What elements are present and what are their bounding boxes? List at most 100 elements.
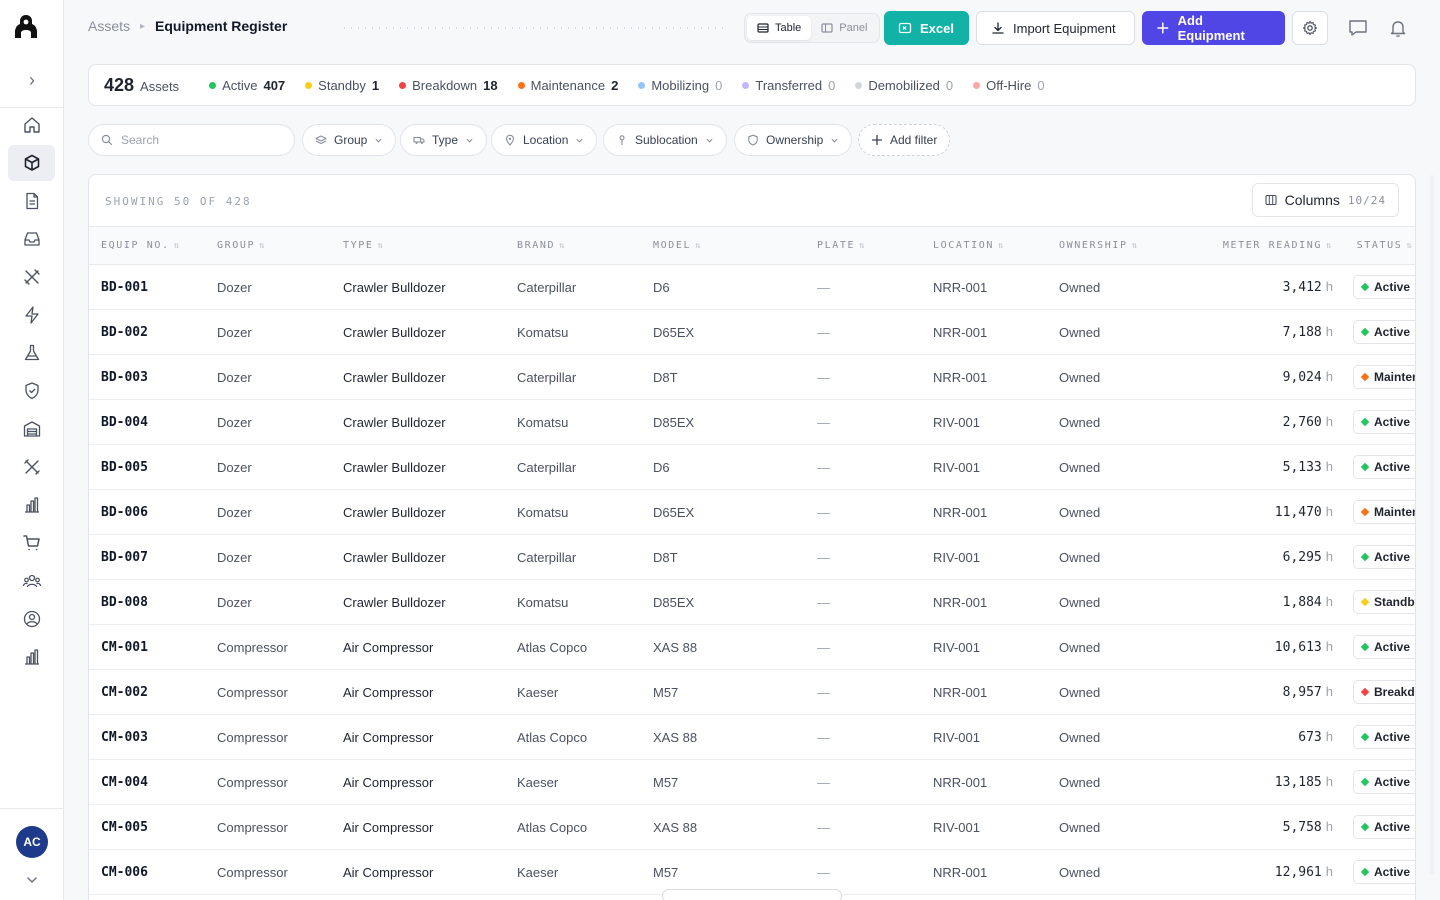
search-box[interactable] (88, 124, 295, 156)
column-header-type[interactable]: TYPE ⇅ (331, 227, 505, 265)
table-row[interactable]: CM-005 Compressor Air Compressor Atlas Copc… (89, 805, 1415, 850)
table-row[interactable]: CM-003 Compressor Air Compressor Atlas Copc… (89, 715, 1415, 760)
settings-button[interactable] (1292, 11, 1328, 45)
sidebar-item-user-circle[interactable] (8, 601, 55, 637)
filter-ownership[interactable]: Ownership (734, 124, 853, 156)
cell-equip-no[interactable]: BD-005 (89, 445, 205, 490)
cell-equip-no[interactable]: BD-008 (89, 580, 205, 625)
filter-location[interactable]: Location (491, 124, 598, 156)
status-badge[interactable]: Maintenance (1353, 365, 1415, 389)
status-filter-maintenance[interactable]: Maintenance 2 (517, 78, 618, 93)
sidebar-item-shield[interactable] (8, 373, 55, 409)
table-row[interactable]: BD-002 Dozer Crawler Bulldozer Komatsu D65EX… (89, 310, 1415, 355)
sidebar-item-flask[interactable] (8, 335, 55, 371)
cell-equip-no[interactable]: CM-001 (89, 625, 205, 670)
status-badge[interactable]: Active (1353, 635, 1415, 659)
sidebar-expand-chevron-icon[interactable]: › (18, 68, 46, 92)
table-row[interactable]: BD-008 Dozer Crawler Bulldozer Komatsu D85EX… (89, 580, 1415, 625)
sidebar-item-cube[interactable] (8, 145, 55, 181)
status-badge[interactable]: Maintenance (1353, 500, 1415, 524)
table-row[interactable]: CM-001 Compressor Air Compressor Atlas Copc… (89, 625, 1415, 670)
table-row[interactable]: BD-006 Dozer Crawler Bulldozer Komatsu D65EX… (89, 490, 1415, 535)
status-badge[interactable]: Active (1353, 815, 1415, 839)
status-filter-transferred[interactable]: Transferred 0 (742, 78, 835, 93)
sidebar-item-inbox[interactable] (8, 221, 55, 257)
cell-equip-no[interactable]: CM-004 (89, 760, 205, 805)
status-badge[interactable]: Standby (1353, 590, 1415, 614)
table-row[interactable]: BD-004 Dozer Crawler Bulldozer Komatsu D85EX… (89, 400, 1415, 445)
user-avatar[interactable]: AC (16, 826, 48, 858)
sidebar-item-wrench-screwdriver[interactable] (8, 449, 55, 485)
table-row[interactable]: CM-006 Compressor Air Compressor Kaeser M57 —… (89, 850, 1415, 895)
chat-icon[interactable] (1347, 17, 1369, 39)
filter-group[interactable]: Group (302, 124, 397, 156)
table-row[interactable]: BD-003 Dozer Crawler Bulldozer Caterpillar D… (89, 355, 1415, 400)
columns-button[interactable]: Columns 10/24 (1251, 183, 1399, 217)
status-filter-offhire[interactable]: Off-Hire 0 (973, 78, 1045, 93)
chevron-down-icon[interactable] (22, 870, 42, 890)
table-row[interactable]: BD-007 Dozer Crawler Bulldozer Caterpillar D… (89, 535, 1415, 580)
sidebar-item-team[interactable] (8, 563, 55, 599)
sidebar-item-document[interactable] (8, 183, 55, 219)
cell-equip-no[interactable]: BD-002 (89, 310, 205, 355)
add-equipment-button[interactable]: Add Equipment (1142, 11, 1285, 45)
table-row[interactable]: BD-001 Dozer Crawler Bulldozer Caterpillar D… (89, 265, 1415, 310)
cell-equip-no[interactable]: BD-006 (89, 490, 205, 535)
cell-equip-no[interactable]: BD-007 (89, 535, 205, 580)
horizontal-scroll-handle[interactable] (662, 889, 842, 900)
status-badge[interactable]: Active (1353, 545, 1415, 569)
status-badge[interactable]: Active (1353, 320, 1415, 344)
sidebar-item-warehouse[interactable] (8, 411, 55, 447)
column-header-model[interactable]: MODEL ⇅ (641, 227, 805, 265)
status-filter-standby[interactable]: Standby 1 (305, 78, 379, 93)
status-badge[interactable]: Active (1353, 770, 1415, 794)
cell-equip-no[interactable]: BD-004 (89, 400, 205, 445)
status-filter-breakdown[interactable]: Breakdown 18 (399, 78, 498, 93)
cell-equip-no[interactable]: CM-006 (89, 850, 205, 895)
table-row[interactable]: CM-004 Compressor Air Compressor Kaeser M57 —… (89, 760, 1415, 805)
cell-equip-no[interactable]: BD-003 (89, 355, 205, 400)
cell-equip-no[interactable]: CM-002 (89, 670, 205, 715)
status-filter-active[interactable]: Active 407 (209, 78, 285, 93)
page-scrollbar[interactable] (1430, 175, 1434, 875)
sidebar-item-home[interactable] (8, 107, 55, 143)
cell-equip-no[interactable]: CM-005 (89, 805, 205, 850)
sidebar-item-bar-chart[interactable] (8, 487, 55, 523)
status-badge[interactable]: Active (1353, 410, 1415, 434)
view-panel-button[interactable]: Panel (811, 16, 877, 40)
add-filter-button[interactable]: Add filter (858, 124, 951, 156)
status-filter-demobilized[interactable]: Demobilized 0 (855, 78, 953, 93)
column-header-brand[interactable]: BRAND ⇅ (505, 227, 641, 265)
filter-sublocation[interactable]: Sublocation (603, 124, 727, 156)
app-logo-icon[interactable] (12, 12, 40, 42)
view-table-button[interactable]: Table (747, 16, 812, 40)
status-filter-mobilizing[interactable]: Mobilizing 0 (638, 78, 722, 93)
sidebar-item-reports[interactable] (8, 639, 55, 675)
status-badge[interactable]: Active (1353, 860, 1415, 884)
sidebar-item-cart[interactable] (8, 525, 55, 561)
column-header-meter-reading[interactable]: METER READING ⇅ (1163, 227, 1353, 265)
search-input[interactable] (121, 133, 281, 147)
sidebar-item-bolt[interactable] (8, 297, 55, 333)
breadcrumb-assets[interactable]: Assets (88, 18, 130, 34)
bell-icon[interactable] (1387, 17, 1409, 39)
column-header-plate[interactable]: PLATE ⇅ (805, 227, 921, 265)
cell-equip-no[interactable]: CM-003 (89, 715, 205, 760)
table-row[interactable]: BD-005 Dozer Crawler Bulldozer Caterpillar D… (89, 445, 1415, 490)
sidebar-item-tools[interactable] (8, 259, 55, 295)
table-row[interactable]: CM-002 Compressor Air Compressor Kaeser M57 —… (89, 670, 1415, 715)
column-header-status[interactable]: STATUS ⇅ (1353, 227, 1415, 265)
status-badge[interactable]: Breakdown (1353, 680, 1415, 704)
filter-type[interactable]: Type (400, 124, 488, 156)
bolt-icon (24, 306, 39, 324)
column-header-equip-no[interactable]: EQUIP NO. ⇅ (89, 227, 205, 265)
cell-equip-no[interactable]: BD-001 (89, 265, 205, 310)
column-header-ownership[interactable]: OWNERSHIP ⇅ (1047, 227, 1163, 265)
column-header-group[interactable]: GROUP ⇅ (205, 227, 331, 265)
status-badge[interactable]: Active (1353, 725, 1415, 749)
status-badge[interactable]: Active (1353, 455, 1415, 479)
export-excel-button[interactable]: Excel (884, 11, 969, 45)
column-header-location[interactable]: LOCATION ⇅ (921, 227, 1047, 265)
status-badge[interactable]: Active (1353, 275, 1415, 299)
import-equipment-button[interactable]: Import Equipment (976, 11, 1135, 45)
